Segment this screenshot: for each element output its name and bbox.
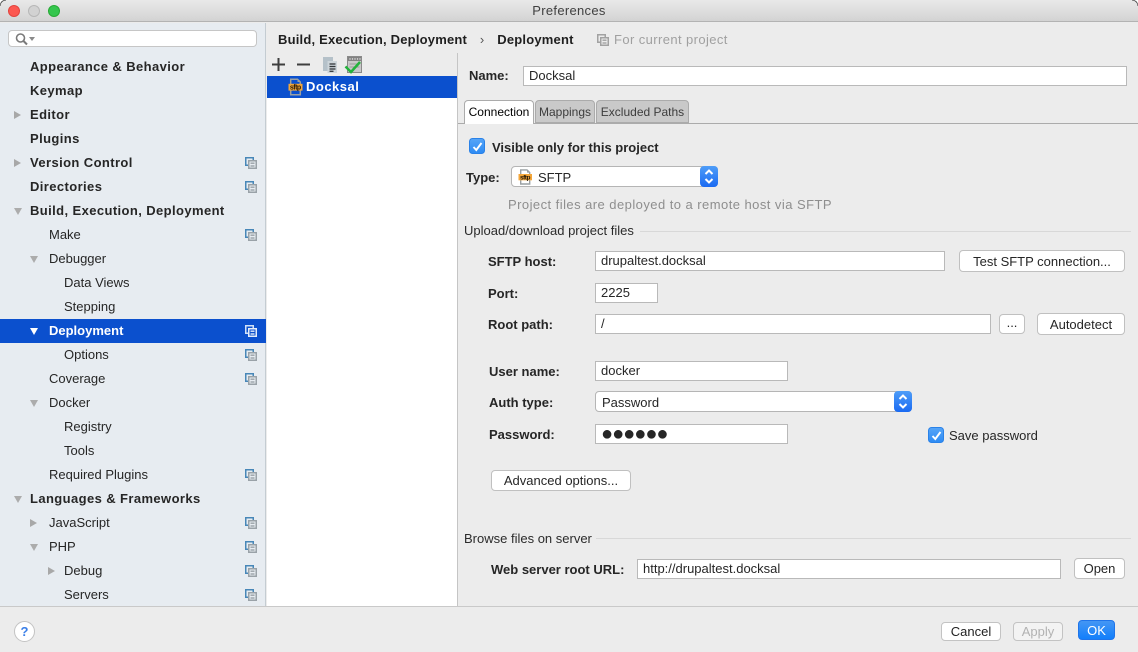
svg-text:sftp: sftp — [520, 174, 530, 181]
svg-text:sftp: sftp — [290, 85, 301, 92]
